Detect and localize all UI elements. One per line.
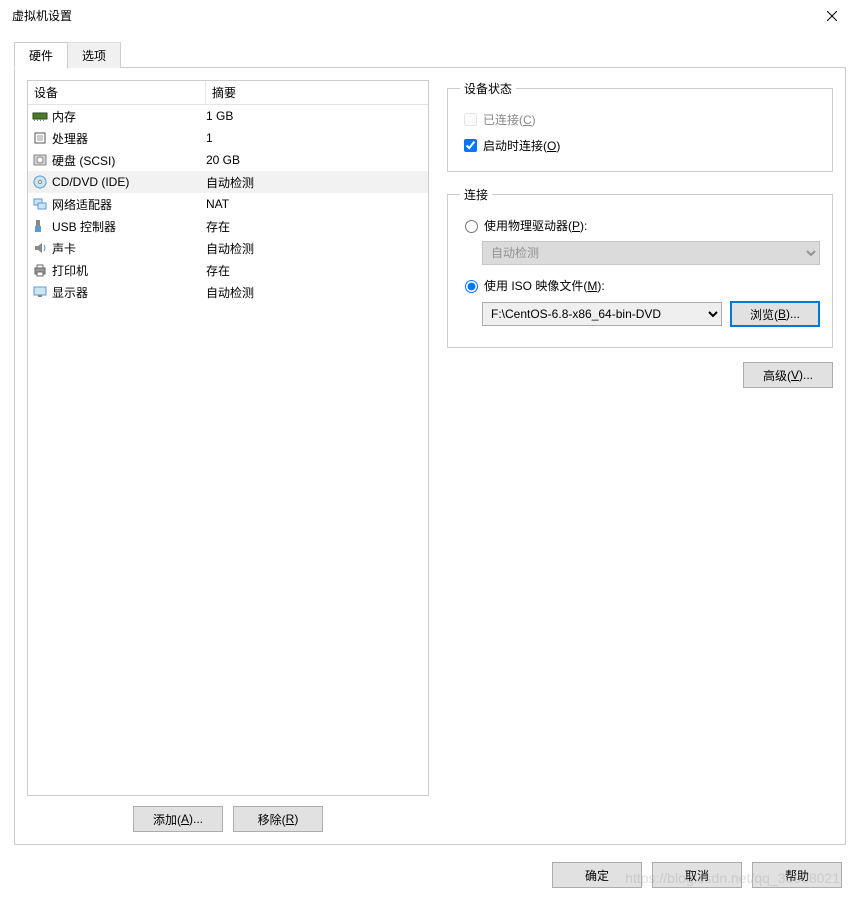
device-summary: NAT	[206, 197, 428, 211]
sound-icon	[32, 240, 48, 256]
ok-button[interactable]: 确定	[552, 862, 642, 888]
physical-drive-radio[interactable]	[465, 220, 478, 233]
device-label: 显示器	[52, 284, 88, 301]
device-label: CD/DVD (IDE)	[52, 175, 129, 189]
header-device[interactable]: 设备	[28, 81, 206, 104]
device-row-sound[interactable]: 声卡 自动检测	[28, 237, 428, 259]
connection-legend: 连接	[460, 186, 492, 203]
cpu-icon	[32, 130, 48, 146]
device-state-legend: 设备状态	[460, 80, 516, 97]
device-label: 网络适配器	[52, 196, 112, 213]
device-list: 设备 摘要 内存 1 GB 处理器 1 硬盘 (SCSI) 20 GB	[27, 80, 429, 796]
physical-drive-row[interactable]: 使用物理驱动器(P):	[460, 213, 820, 237]
device-summary: 20 GB	[206, 153, 428, 167]
physical-drive-label: 使用物理驱动器(P):	[484, 217, 587, 234]
physical-drive-select: 自动检测	[482, 241, 820, 265]
device-label: 硬盘 (SCSI)	[52, 152, 115, 169]
device-row-cpu[interactable]: 处理器 1	[28, 127, 428, 149]
advanced-button[interactable]: 高级(V)...	[743, 362, 833, 388]
device-row-disk[interactable]: 硬盘 (SCSI) 20 GB	[28, 149, 428, 171]
iso-file-radio[interactable]	[465, 280, 478, 293]
printer-icon	[32, 262, 48, 278]
remove-button[interactable]: 移除(R)	[233, 806, 323, 832]
connected-checkbox-row: 已连接(C)	[460, 107, 820, 131]
device-summary: 自动检测	[206, 174, 428, 191]
device-state-group: 设备状态 已连接(C) 启动时连接(O)	[447, 80, 833, 172]
device-summary: 存在	[206, 262, 428, 279]
iso-path-select[interactable]: F:\CentOS-6.8-x86_64-bin-DVD	[482, 302, 722, 326]
device-label: 打印机	[52, 262, 88, 279]
window-title: 虚拟机设置	[12, 7, 72, 24]
iso-file-row[interactable]: 使用 ISO 映像文件(M):	[460, 273, 820, 297]
help-button[interactable]: 帮助	[752, 862, 842, 888]
device-row-display[interactable]: 显示器 自动检测	[28, 281, 428, 303]
device-label: 内存	[52, 108, 76, 125]
device-label: 处理器	[52, 130, 88, 147]
network-icon	[32, 196, 48, 212]
device-summary: 自动检测	[206, 284, 428, 301]
header-summary[interactable]: 摘要	[206, 81, 428, 104]
connection-group: 连接 使用物理驱动器(P): 自动检测 使用 ISO 映像文件(M):	[447, 186, 833, 348]
display-icon	[32, 284, 48, 300]
device-row-cddvd[interactable]: CD/DVD (IDE) 自动检测	[28, 171, 428, 193]
connected-label: 已连接(C)	[483, 111, 536, 128]
connect-on-power-checkbox[interactable]	[464, 139, 477, 152]
device-row-memory[interactable]: 内存 1 GB	[28, 105, 428, 127]
device-list-header: 设备 摘要	[28, 81, 428, 105]
device-row-network[interactable]: 网络适配器 NAT	[28, 193, 428, 215]
tab-hardware[interactable]: 硬件	[14, 42, 68, 69]
tab-options[interactable]: 选项	[67, 42, 121, 68]
device-summary: 1 GB	[206, 109, 428, 123]
device-row-usb[interactable]: USB 控制器 存在	[28, 215, 428, 237]
device-summary: 自动检测	[206, 240, 428, 257]
device-summary: 存在	[206, 218, 428, 235]
cancel-button[interactable]: 取消	[652, 862, 742, 888]
device-summary: 1	[206, 131, 428, 145]
cd-icon	[32, 174, 48, 190]
disk-icon	[32, 152, 48, 168]
browse-button[interactable]: 浏览(B)...	[730, 301, 820, 327]
add-button[interactable]: 添加(A)...	[133, 806, 223, 832]
close-icon	[827, 11, 837, 21]
close-button[interactable]	[812, 2, 852, 30]
memory-icon	[32, 108, 48, 124]
device-row-printer[interactable]: 打印机 存在	[28, 259, 428, 281]
hardware-panel: 设备 摘要 内存 1 GB 处理器 1 硬盘 (SCSI) 20 GB	[14, 67, 846, 845]
iso-file-label: 使用 ISO 映像文件(M):	[484, 277, 605, 294]
connected-checkbox	[464, 113, 477, 126]
device-label: 声卡	[52, 240, 76, 257]
tab-bar: 硬件 选项	[14, 42, 846, 68]
connect-on-power-row[interactable]: 启动时连接(O)	[460, 133, 820, 157]
usb-icon	[32, 218, 48, 234]
connect-on-power-label: 启动时连接(O)	[483, 137, 560, 154]
device-label: USB 控制器	[52, 218, 116, 235]
